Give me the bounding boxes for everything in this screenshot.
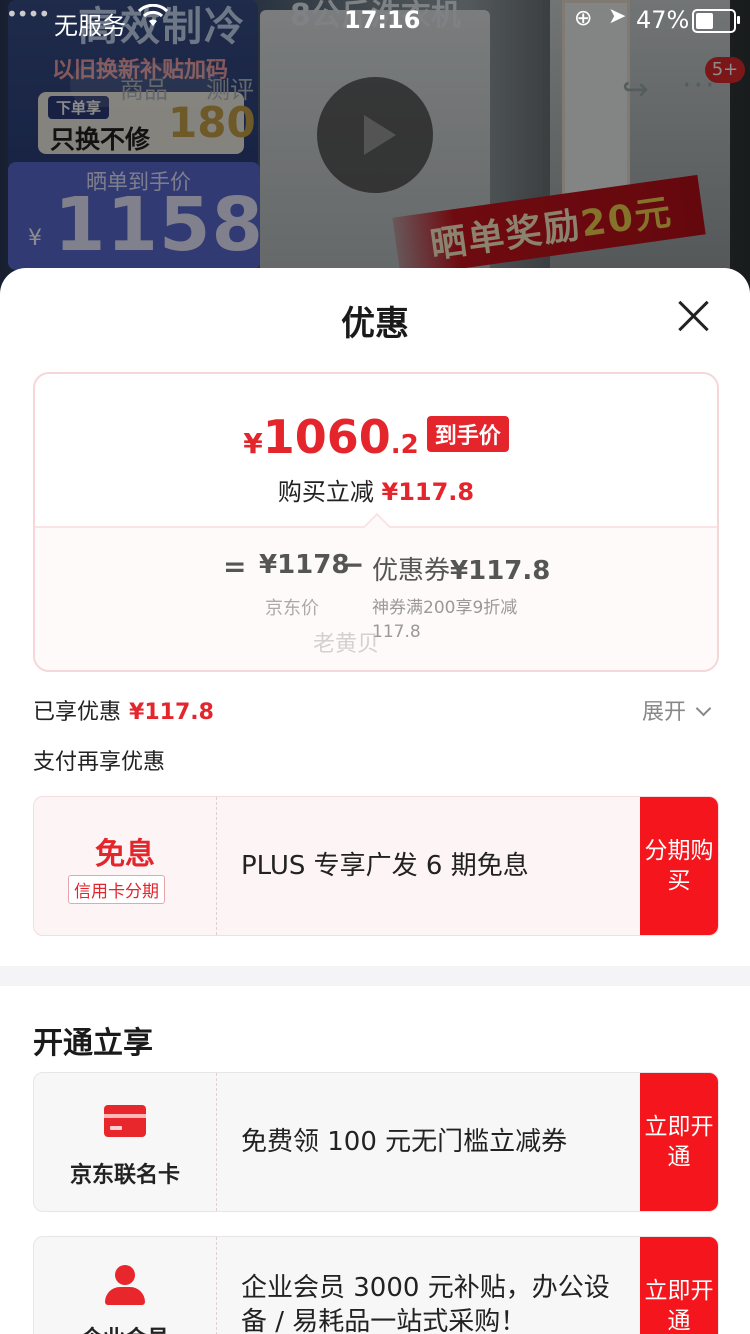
enterprise-badge: 企业会员 xyxy=(34,1237,217,1334)
pay-more-label: 支付再享优惠 xyxy=(33,750,166,775)
wifi-icon xyxy=(137,3,169,34)
jd-card-desc: 免费领 100 元无门槛立减券 xyxy=(241,1127,568,1157)
section-divider xyxy=(0,966,750,986)
instant-discount-value: ¥117.8 xyxy=(381,478,475,506)
coupon-amount: 优惠券¥117.8 xyxy=(372,550,550,587)
watermark: 老黄贝 xyxy=(313,632,380,657)
jd-card-name: 京东联名卡 xyxy=(69,1163,180,1188)
coupon-value: ¥117.8 xyxy=(450,556,551,586)
price-breakdown: = ¥1178 − 优惠券¥117.8 京东价 神券满200享9折减117.8 … xyxy=(35,512,717,670)
installment-badge: 免息 信用卡分期 xyxy=(34,797,217,935)
jd-card-badge: 京东联名卡 xyxy=(34,1073,217,1211)
rotation-lock-icon: ⊕ xyxy=(574,6,593,31)
interest-free-title: 免息 xyxy=(95,837,155,872)
installment-offer: 免息 信用卡分期 PLUS 专享广发 6 期免息 分期购买 xyxy=(33,796,719,936)
final-price-integer: 1060 xyxy=(262,410,391,464)
open-section-title: 开通立享 xyxy=(33,1026,153,1061)
enterprise-member-offer: 企业会员 企业会员 3000 元补贴，办公设备 / 易耗品一站式采购！ 立即开通 xyxy=(33,1236,719,1334)
final-price-yen: ¥ xyxy=(243,427,263,460)
jd-price: ¥1178 xyxy=(259,550,350,580)
battery-percent: 47% xyxy=(636,6,690,34)
enterprise-desc: 企业会员 3000 元补贴，办公设备 / 易耗品一站式采购！ xyxy=(241,1273,610,1334)
chevron-down-icon xyxy=(695,700,712,717)
jd-card-open-button[interactable]: 立即开通 xyxy=(640,1073,718,1211)
installment-buy-button[interactable]: 分期购买 xyxy=(640,797,718,935)
location-icon: ➤ xyxy=(608,4,627,29)
final-price-card: ¥1060.2 到手价 购买立减 ¥117.8 = ¥1178 − 优惠券¥117… xyxy=(33,372,719,672)
instant-discount: 购买立减 ¥117.8 xyxy=(35,472,717,507)
breakdown-notch xyxy=(362,512,392,542)
battery-fill xyxy=(696,13,713,29)
final-price-decimal: .2 xyxy=(390,430,419,460)
modal-overlay[interactable] xyxy=(0,0,750,300)
enjoyed-label: 已享优惠 xyxy=(33,700,122,725)
sheet-title: 优惠 xyxy=(341,304,409,344)
expand-label: 展开 xyxy=(642,700,687,725)
final-price: ¥1060.2 到手价 xyxy=(35,410,717,464)
close-icon[interactable] xyxy=(676,298,712,334)
credit-card-icon xyxy=(104,1105,146,1137)
coupon-label: 优惠券 xyxy=(372,556,451,586)
instant-discount-label: 购买立减 xyxy=(277,478,374,506)
enjoyed-value: ¥117.8 xyxy=(129,700,214,725)
enterprise-open-button[interactable]: 立即开通 xyxy=(640,1237,718,1334)
breakdown-equals: = xyxy=(223,550,247,583)
status-bar: •••• 无服务 17:16 ⊕ ➤ 47% xyxy=(0,0,750,40)
breakdown-minus: − xyxy=(341,548,365,581)
carrier-label: 无服务 xyxy=(54,12,126,40)
battery-icon xyxy=(692,9,740,33)
jd-cobrand-card-offer: 京东联名卡 免费领 100 元无门槛立减券 立即开通 xyxy=(33,1072,719,1212)
product-media-background: 高效制冷 以旧换新补贴加码 下单享 只换不修 180 晒单到手价 ¥ 1158 … xyxy=(0,0,750,300)
enterprise-name: 企业会员 xyxy=(34,1321,216,1334)
expand-button[interactable]: 展开 xyxy=(642,694,712,726)
discount-sheet: 优惠 ¥1060.2 到手价 购买立减 ¥117.8 = ¥1178 − 优惠券¥… xyxy=(0,268,750,1334)
clock: 17:16 xyxy=(344,6,421,34)
coupon-description: 神券满200享9折减117.8 xyxy=(372,598,518,642)
credit-card-tag: 信用卡分期 xyxy=(68,875,165,904)
person-icon xyxy=(104,1265,146,1307)
final-price-tag: 到手价 xyxy=(426,416,509,452)
signal-icon: •••• xyxy=(6,2,50,26)
installment-desc: PLUS 专享广发 6 期免息 xyxy=(241,851,529,881)
enjoyed-discount: 已享优惠 ¥117.8 xyxy=(33,694,214,726)
jd-price-label: 京东价 xyxy=(265,598,319,619)
